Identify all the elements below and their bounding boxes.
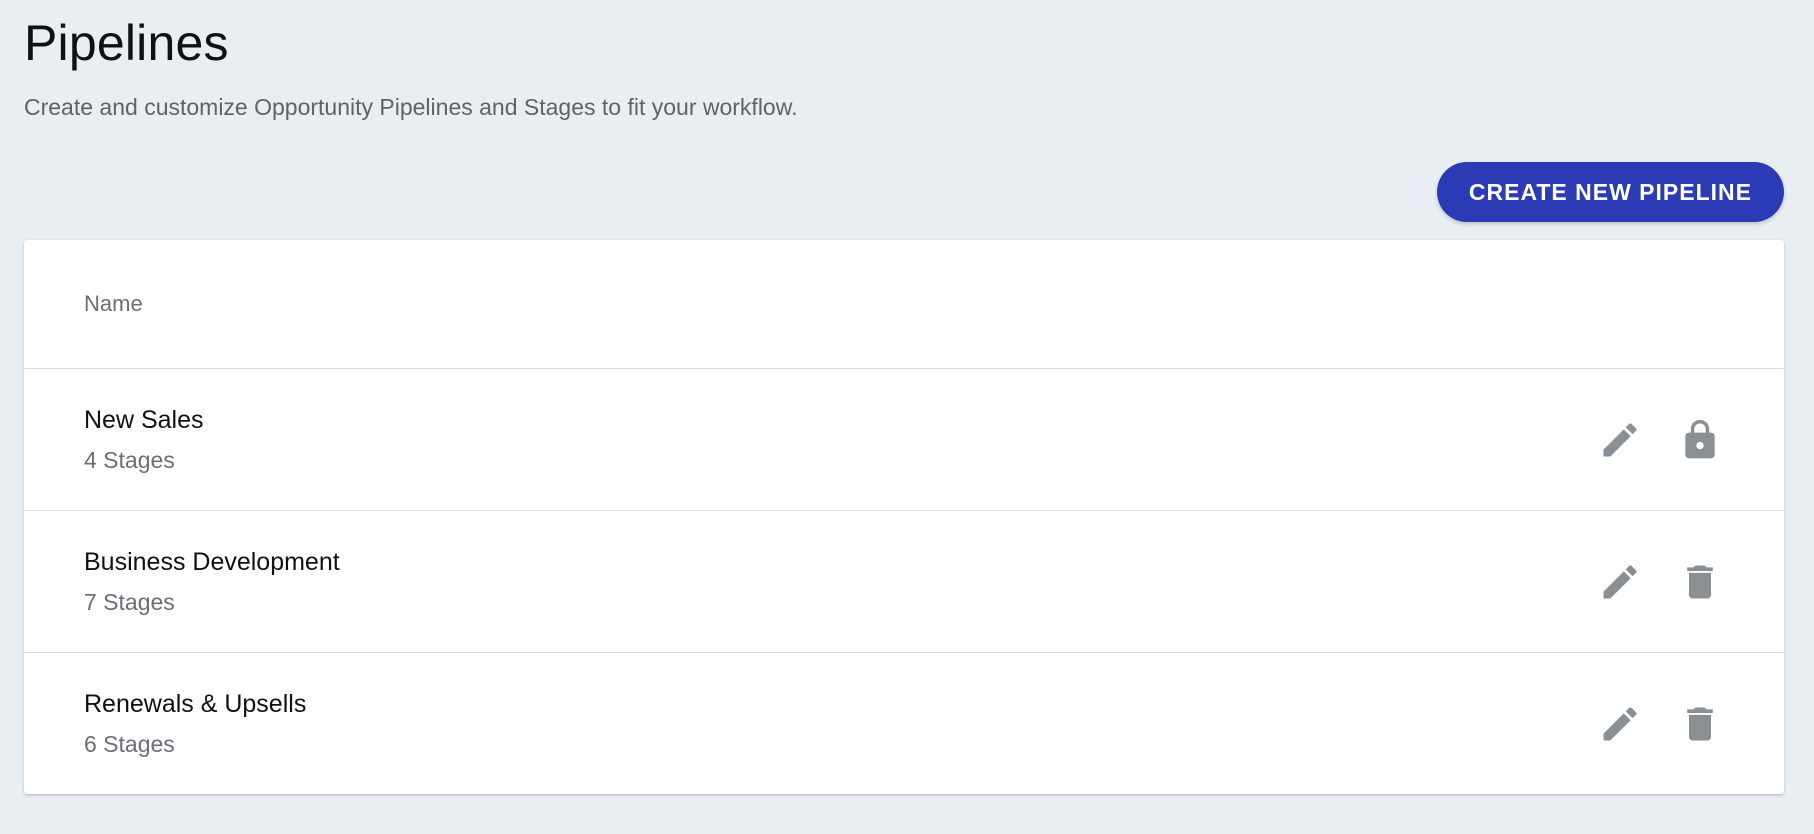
page-title: Pipelines <box>24 15 229 71</box>
table-row: New Sales 4 Stages <box>24 369 1784 511</box>
pipeline-name: Business Development <box>84 547 340 576</box>
trash-icon[interactable] <box>1678 560 1722 604</box>
table-row: Business Development 7 Stages <box>24 511 1784 653</box>
row-actions <box>1598 702 1722 746</box>
row-text: New Sales 4 Stages <box>84 406 204 474</box>
trash-icon[interactable] <box>1678 702 1722 746</box>
table-row: Renewals & Upsells 6 Stages <box>24 653 1784 794</box>
pencil-icon[interactable] <box>1598 560 1642 604</box>
create-new-pipeline-button[interactable]: CREATE NEW PIPELINE <box>1436 162 1784 222</box>
pipeline-stage-count: 4 Stages <box>84 446 175 473</box>
column-header-name: Name <box>84 291 143 316</box>
pencil-icon[interactable] <box>1598 702 1642 746</box>
pipeline-name: Renewals & Upsells <box>84 689 307 718</box>
lock-icon[interactable] <box>1678 418 1722 462</box>
row-text: Renewals & Upsells 6 Stages <box>84 690 306 758</box>
row-actions <box>1598 560 1722 604</box>
pipelines-page: Pipelines Create and customize Opportuni… <box>0 0 1814 834</box>
row-text: Business Development 7 Stages <box>84 548 340 616</box>
pipeline-name: New Sales <box>84 405 204 434</box>
row-actions <box>1598 418 1722 462</box>
pipeline-stage-count: 7 Stages <box>84 588 175 615</box>
pipelines-table: Name New Sales 4 Stages Business Develop… <box>24 240 1784 794</box>
page-subtitle: Create and customize Opportunity Pipelin… <box>24 94 798 120</box>
pencil-icon[interactable] <box>1598 418 1642 462</box>
table-header: Name <box>24 240 1784 369</box>
pipeline-stage-count: 6 Stages <box>84 730 175 757</box>
